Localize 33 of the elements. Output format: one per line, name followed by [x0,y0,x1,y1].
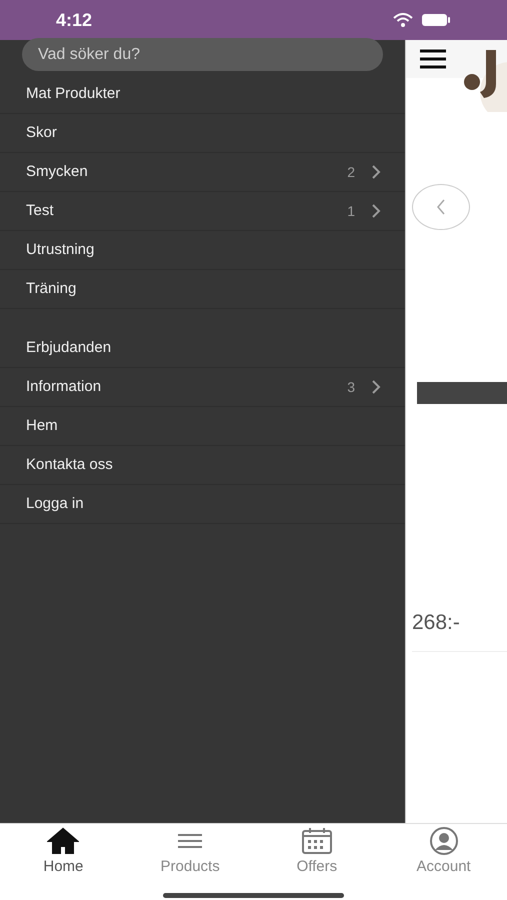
menu-item[interactable]: Information 3 [0,368,405,407]
menu-item[interactable]: Logga in [0,485,405,524]
menu-item[interactable]: Smycken 2 [0,153,405,192]
chevron-left-icon [436,199,446,215]
menu-item[interactable]: Skor [0,114,405,153]
menu-item[interactable]: Hem [0,407,405,446]
tab[interactable]: Account [380,824,507,878]
menu-item[interactable]: Träning [0,270,405,309]
wifi-icon [393,13,413,27]
tab[interactable]: Offers [254,824,380,878]
tab[interactable]: Products [126,824,254,878]
chevron-right-icon [371,204,381,218]
status-time: 4:12 [56,8,92,32]
battery-icon [421,13,451,27]
calendar-icon [300,827,333,855]
menu-item[interactable]: Mat Produkter [0,75,405,114]
menu-item[interactable]: Erbjudanden [0,329,405,368]
menu-icon[interactable] [419,49,447,69]
chevron-right-icon [371,165,381,179]
item-count: 3 [347,378,355,396]
logo-icon [462,50,507,112]
product-price: 268:- [412,611,460,634]
menu-item[interactable]: Utrustning [0,231,405,270]
menu-item[interactable]: Kontakta oss [0,446,405,485]
item-count: 2 [347,162,355,182]
item-count: 1 [347,202,355,220]
tab[interactable]: Home [0,824,127,878]
menu-icon [176,831,204,851]
user-icon [428,826,459,856]
menu-item[interactable]: Test 1 [0,192,405,231]
search-field[interactable]: Vad söker du? [22,38,383,71]
home-icon [47,827,80,855]
chevron-right-icon [371,380,381,394]
